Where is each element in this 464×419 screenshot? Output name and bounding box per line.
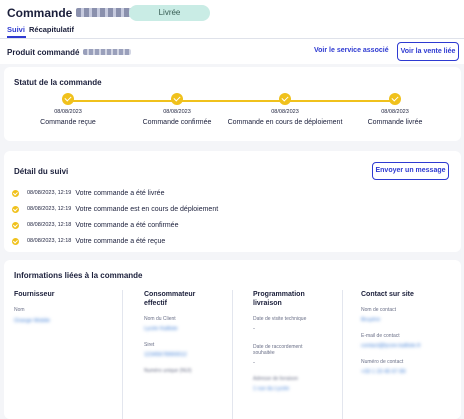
schedule-title-line1: Programmation	[253, 291, 305, 298]
tracking-detail-card: Détail du suivi Envoyer un message 08/08…	[4, 151, 461, 252]
view-service-link[interactable]: Voir le service associé	[314, 47, 389, 54]
contact-email-value: contact@lycee-kalliste.fr	[361, 343, 421, 349]
check-circle-icon	[12, 189, 19, 197]
siret-value: 12345678900012	[144, 352, 187, 358]
tracking-event: 08/08/2023, 12:19 Votre commande est en …	[12, 201, 312, 217]
event-date: 08/08/2023, 12:18	[27, 238, 72, 244]
product-label: Produit commandé	[7, 48, 132, 57]
connection-date-label-line2: souhaitée	[253, 350, 275, 356]
order-status-card: Statut de la commande 08/08/2023 Command…	[4, 67, 461, 141]
event-date: 08/08/2023, 12:18	[27, 222, 72, 228]
delivery-address-label: Adresse de livraison	[253, 376, 299, 382]
client-name-value: Lycée Kalliste	[144, 326, 178, 332]
event-text: Votre commande a été confirmée	[75, 221, 179, 229]
step-label: Commande reçue	[40, 119, 96, 126]
order-header: Commande Livrée Suivi Récapitulatif	[0, 0, 464, 38]
status-step: 08/08/2023 Commande en cours de déploiem…	[221, 93, 349, 126]
column-divider	[122, 290, 123, 419]
visit-date-value: -	[253, 326, 255, 332]
contact-title: Contact sur site	[361, 291, 414, 298]
tracking-event: 08/08/2023, 12:19 Votre commande a été l…	[12, 185, 312, 201]
event-date: 08/08/2023, 12:19	[27, 206, 72, 212]
status-badge: Livrée	[129, 5, 210, 21]
event-text: Votre commande a été reçue	[75, 237, 166, 245]
event-text: Votre commande a été livrée	[75, 189, 165, 197]
check-circle-icon	[279, 93, 291, 105]
check-circle-icon	[171, 93, 183, 105]
step-date: 08/08/2023	[381, 109, 409, 115]
tracking-event: 08/08/2023, 12:18 Votre commande a été r…	[12, 233, 312, 249]
step-date: 08/08/2023	[54, 109, 82, 115]
contact-name-label: Nom de contact	[361, 307, 397, 313]
check-circle-icon	[62, 93, 74, 105]
status-step: 08/08/2023 Commande reçue	[13, 93, 123, 126]
schedule-title-line2: livraison	[253, 300, 282, 307]
check-circle-icon	[12, 205, 19, 213]
contact-phone-value: +33 1 23 45 67 89	[361, 369, 406, 375]
contact-name-value: Bruyère	[361, 317, 381, 323]
order-info-card: Informations liées à la commande Fournis…	[4, 260, 461, 419]
column-divider	[232, 290, 233, 419]
check-circle-icon	[389, 93, 401, 105]
check-circle-icon	[12, 237, 19, 245]
info-card-title: Informations liées à la commande	[14, 271, 143, 280]
supplier-name-label: Nom	[14, 307, 25, 313]
tracking-event: 08/08/2023, 12:18 Votre commande a été c…	[12, 217, 312, 233]
visit-date-label: Date de visite technique	[253, 316, 307, 322]
tab-suivi[interactable]: Suivi	[7, 25, 25, 34]
tracking-card-title: Détail du suivi	[14, 167, 69, 176]
status-step: 08/08/2023 Commande livrée	[340, 93, 450, 126]
status-step: 08/08/2023 Commande confirmée	[122, 93, 232, 126]
step-label: Commande livrée	[367, 119, 423, 126]
supplier-column: Fournisseur Nom Orange Mobile	[14, 290, 114, 324]
consumer-title-line1: Consommateur	[144, 291, 196, 298]
send-message-button[interactable]: Envoyer un message	[372, 162, 449, 180]
siret-label: Siret	[144, 342, 155, 348]
step-label: Commande confirmée	[142, 119, 212, 126]
check-circle-icon	[12, 221, 19, 229]
supplier-name-value: Orange Mobile	[14, 318, 51, 324]
masked-product-name	[83, 49, 132, 55]
tracking-event-list: 08/08/2023, 12:19 Votre commande a été l…	[12, 185, 312, 249]
step-label: Commande en cours de déploiement	[227, 119, 343, 126]
tab-recapitulatif[interactable]: Récapitulatif	[29, 25, 74, 34]
step-date: 08/08/2023	[271, 109, 299, 115]
consumer-column: Consommateur effectif Nom du Client Lycé…	[144, 290, 239, 374]
product-label-text: Produit commandé	[7, 48, 80, 57]
consumer-title-line2: effectif	[144, 300, 167, 307]
status-card-title: Statut de la commande	[14, 78, 102, 87]
delivery-schedule-column: Programmation livraison Date de visite t…	[253, 290, 348, 392]
page-title: Commande	[7, 6, 143, 20]
delivery-address-value: 1 rue du Lycée	[253, 386, 290, 392]
supplier-title: Fournisseur	[14, 291, 55, 298]
site-contact-column: Contact sur site Nom de contact Bruyère …	[361, 290, 456, 375]
client-name-label: Nom du Client	[144, 316, 176, 322]
event-date: 08/08/2023, 12:19	[27, 190, 72, 196]
view-sale-button[interactable]: Voir la vente liée	[397, 42, 459, 61]
column-divider	[342, 290, 343, 419]
connection-date-value: -	[253, 360, 255, 366]
event-text: Votre commande est en cours de déploieme…	[75, 205, 219, 213]
step-date: 08/08/2023	[163, 109, 191, 115]
page-title-label: Commande	[7, 6, 73, 20]
extra-id-label: Numéro unique (NUI)	[144, 368, 192, 374]
contact-email-label: E-mail de contact	[361, 333, 400, 339]
product-row: Produit commandé Voir le service associé…	[0, 39, 464, 64]
contact-phone-label: Numéro de contact	[361, 359, 404, 365]
